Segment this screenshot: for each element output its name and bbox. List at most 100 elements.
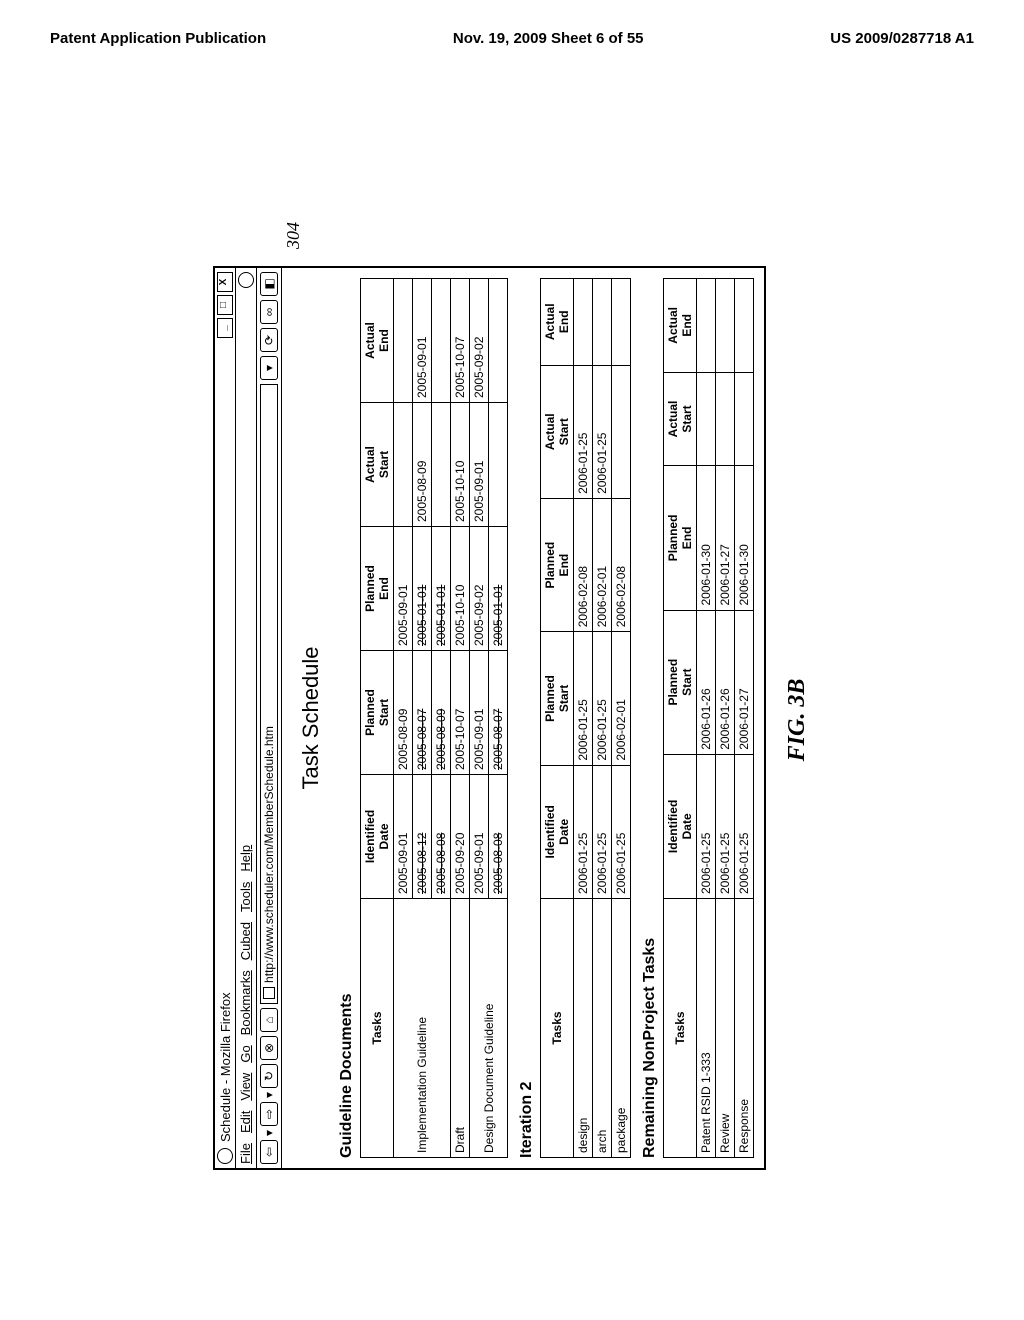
header-right: US 2009/0287718 A1 [830, 30, 974, 47]
date-cell [697, 279, 716, 373]
reload-button[interactable]: ↻ [260, 1064, 278, 1088]
date-cell: 2005-08-12 [413, 775, 432, 899]
table-header: IdentifiedDate [664, 754, 697, 898]
date-cell: 2005-01-01 [489, 527, 508, 651]
menu-help[interactable]: Help [238, 845, 254, 872]
date-cell [735, 279, 754, 373]
task-cell: Design Document Guideline [470, 899, 508, 1158]
table-header: PlannedEnd [541, 498, 574, 631]
go-dropdown-button[interactable]: ▾ [260, 356, 278, 380]
section-title: Guideline Documents [338, 278, 356, 1158]
date-cell [716, 372, 735, 466]
date-cell: 2006-01-27 [716, 466, 735, 610]
menu-cubed[interactable]: Cubed [238, 922, 254, 960]
table-row: arch2006-01-252006-01-252006-02-012006-0… [593, 279, 612, 1158]
table-header: PlannedStart [361, 651, 394, 775]
url-bar[interactable]: http://www.scheduler.com/MemberSchedule.… [260, 384, 278, 1004]
date-cell [394, 403, 413, 527]
date-cell: 2005-08-09 [394, 651, 413, 775]
table-header: PlannedStart [541, 632, 574, 765]
date-cell: 2005-08-08 [489, 775, 508, 899]
menu-file[interactable]: File [238, 1143, 254, 1164]
go-button[interactable]: ⟳ [260, 328, 278, 352]
date-cell: 2005-09-20 [451, 775, 470, 899]
close-button[interactable]: X [217, 272, 233, 292]
figure-label: FIG. 3B [784, 270, 811, 1170]
date-cell: 2005-09-01 [394, 527, 413, 651]
date-cell [612, 279, 631, 366]
task-cell: arch [593, 899, 612, 1158]
table-row: Patent RSID 1-3332006-01-252006-01-26200… [697, 279, 716, 1158]
search-button[interactable]: ∞ [260, 300, 278, 324]
table-header: ActualEnd [541, 279, 574, 366]
date-cell: 2005-08-09 [413, 403, 432, 527]
date-cell [432, 279, 451, 403]
date-cell: 2005-08-07 [489, 651, 508, 775]
date-cell: 2005-08-08 [432, 775, 451, 899]
table-header: PlannedEnd [361, 527, 394, 651]
page-content: Task Schedule Guideline DocumentsTasksId… [282, 268, 764, 1168]
date-cell: 2006-01-25 [593, 765, 612, 898]
menu-tools[interactable]: Tools [238, 882, 254, 912]
menu-view[interactable]: View [238, 1073, 254, 1101]
date-cell: 2006-02-08 [612, 498, 631, 631]
minimize-button[interactable]: _ [217, 318, 233, 338]
figure-container: 304 Schedule - Mozilla Firefox _ □ X Fil… [213, 270, 811, 1170]
date-cell: 2005-01-01 [432, 527, 451, 651]
date-cell: 2005-09-01 [413, 279, 432, 403]
back-button[interactable]: ⇦ [260, 1140, 278, 1164]
date-cell: 2006-01-26 [716, 610, 735, 754]
stop-button[interactable]: ⊗ [260, 1036, 278, 1060]
table-header: ActualStart [541, 365, 574, 498]
date-cell: 2005-08-09 [432, 651, 451, 775]
date-cell: 2005-10-07 [451, 651, 470, 775]
date-cell: 2006-01-25 [574, 765, 593, 898]
schedule-table: TasksIdentifiedDatePlannedStartPlannedEn… [663, 278, 754, 1158]
section-title: Iteration 2 [518, 278, 536, 1158]
task-cell: Implementation Guideline [394, 899, 451, 1158]
date-cell: 2006-02-01 [612, 632, 631, 765]
table-header: ActualEnd [664, 279, 697, 373]
date-cell: 2006-01-25 [697, 754, 716, 898]
menu-edit[interactable]: Edit [238, 1111, 254, 1133]
date-cell [612, 365, 631, 498]
table-header: Tasks [541, 899, 574, 1158]
table-row: Design Document Guideline2005-09-012005-… [470, 279, 489, 1158]
header-center: Nov. 19, 2009 Sheet 6 of 55 [453, 30, 644, 47]
date-cell: 2005-09-01 [394, 775, 413, 899]
date-cell: 2006-01-26 [697, 610, 716, 754]
table-row: design2006-01-252006-01-252006-02-082006… [574, 279, 593, 1158]
date-cell: 2006-02-01 [593, 498, 612, 631]
extra-button[interactable]: ◧ [260, 272, 278, 296]
date-cell: 2005-01-01 [413, 527, 432, 651]
date-cell: 2005-09-02 [470, 279, 489, 403]
maximize-button[interactable]: □ [217, 295, 233, 315]
date-cell: 2006-01-27 [735, 610, 754, 754]
date-cell: 2005-09-01 [470, 775, 489, 899]
home-button[interactable]: ⌂ [260, 1008, 278, 1032]
date-cell [432, 403, 451, 527]
date-cell: 2006-01-25 [716, 754, 735, 898]
page-title: Task Schedule [298, 278, 324, 1158]
date-cell: 2005-09-01 [470, 651, 489, 775]
callout-304: 304 [283, 222, 304, 249]
forward-button[interactable]: ⇨ [260, 1102, 278, 1126]
table-header: Tasks [664, 899, 697, 1158]
back-dropdown[interactable]: ▾ [262, 1130, 276, 1136]
menu-go[interactable]: Go [238, 1045, 254, 1062]
menu-bookmarks[interactable]: Bookmarks [238, 970, 254, 1035]
date-cell: 2006-01-25 [735, 754, 754, 898]
task-cell: Response [735, 899, 754, 1158]
date-cell: 2006-01-30 [697, 466, 716, 610]
task-cell: Patent RSID 1-333 [697, 899, 716, 1158]
date-cell: 2006-01-25 [593, 365, 612, 498]
date-cell: 2006-01-25 [593, 632, 612, 765]
date-cell: 2005-08-07 [413, 651, 432, 775]
date-cell [735, 372, 754, 466]
table-header: Tasks [361, 899, 394, 1158]
forward-dropdown[interactable]: ▾ [262, 1092, 276, 1098]
table-row: package2006-01-252006-02-012006-02-08 [612, 279, 631, 1158]
table-header: ActualStart [664, 372, 697, 466]
header-left: Patent Application Publication [50, 30, 266, 47]
table-header: PlannedStart [664, 610, 697, 754]
